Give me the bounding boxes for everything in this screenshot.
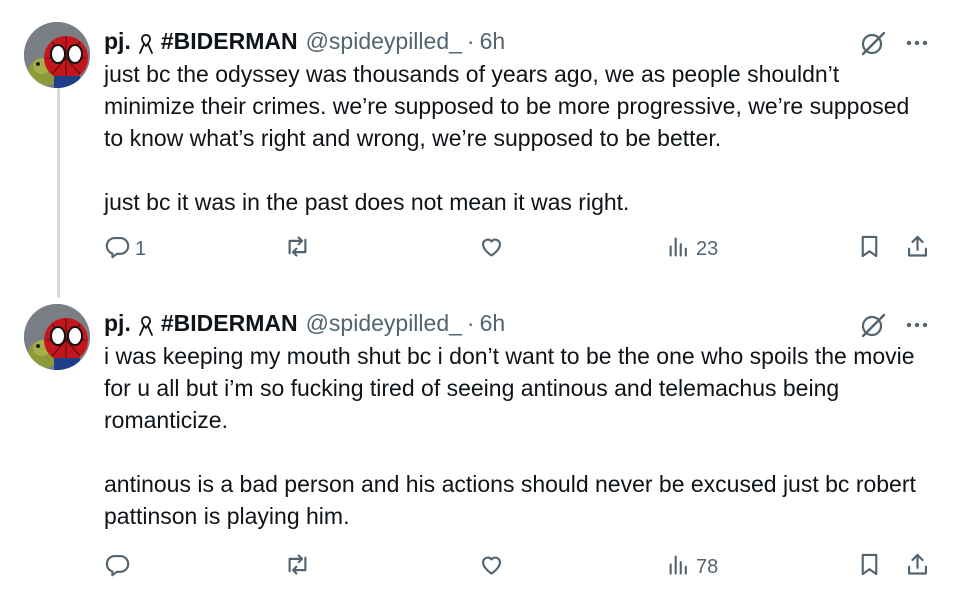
view-count: 78: [696, 555, 719, 578]
repost-icon: [284, 551, 311, 584]
display-name-suffix[interactable]: #BIDERMAN: [161, 26, 298, 56]
display-name[interactable]: pj.: [104, 26, 131, 56]
avatar[interactable]: [24, 304, 90, 370]
separator-dot: ·: [466, 28, 475, 54]
ribbon-icon: [137, 314, 155, 336]
heart-icon: [478, 233, 505, 266]
bookmark-icon: [856, 551, 883, 584]
bookmark-button[interactable]: [856, 232, 883, 266]
display-name[interactable]: pj.: [104, 308, 131, 338]
grok-icon[interactable]: [858, 310, 888, 340]
reply-count: 1: [135, 237, 147, 260]
share-button[interactable]: [904, 550, 931, 584]
tweet-text: just bc the odyssey was thousands of yea…: [104, 61, 910, 215]
tweet[interactable]: pj. #BIDERMAN @spideypilled_ · 6h just b…: [0, 18, 960, 286]
repost-icon: [284, 233, 311, 266]
tweet-actions: 78: [0, 550, 960, 584]
grok-icon[interactable]: [858, 28, 888, 58]
more-icon[interactable]: [902, 28, 932, 58]
avatar[interactable]: [24, 22, 90, 88]
share-icon: [904, 233, 931, 266]
bookmark-icon: [856, 233, 883, 266]
views-icon: [665, 233, 692, 266]
reply-button[interactable]: 1: [104, 232, 146, 266]
share-button[interactable]: [904, 232, 931, 266]
heart-icon: [478, 551, 505, 584]
views-icon: [665, 551, 692, 584]
reply-icon: [104, 233, 131, 266]
reply-icon: [104, 551, 131, 584]
separator-dot: ·: [466, 310, 475, 336]
reply-button[interactable]: [104, 550, 135, 584]
more-icon[interactable]: [902, 310, 932, 340]
tweet-actions: 1 23: [0, 232, 960, 266]
views-button[interactable]: 78: [665, 550, 718, 584]
timestamp[interactable]: 6h: [480, 308, 506, 338]
ribbon-icon: [137, 32, 155, 54]
display-name-suffix[interactable]: #BIDERMAN: [161, 308, 298, 338]
view-count: 23: [696, 237, 719, 260]
tweet-text: i was keeping my mouth shut bc i don’t w…: [104, 343, 916, 529]
repost-button[interactable]: [284, 550, 315, 584]
tweet-header: pj. #BIDERMAN @spideypilled_ · 6h: [104, 308, 850, 338]
repost-button[interactable]: [284, 232, 315, 266]
tweet[interactable]: pj. #BIDERMAN @spideypilled_ · 6h i was …: [0, 300, 960, 600]
bookmark-button[interactable]: [856, 550, 883, 584]
views-button[interactable]: 23: [665, 232, 718, 266]
user-handle[interactable]: @spideypilled_: [306, 308, 462, 338]
tweet-header: pj. #BIDERMAN @spideypilled_ · 6h: [104, 26, 850, 56]
share-icon: [904, 551, 931, 584]
like-button[interactable]: [478, 550, 509, 584]
like-button[interactable]: [478, 232, 509, 266]
user-handle[interactable]: @spideypilled_: [306, 26, 462, 56]
timestamp[interactable]: 6h: [480, 26, 506, 56]
